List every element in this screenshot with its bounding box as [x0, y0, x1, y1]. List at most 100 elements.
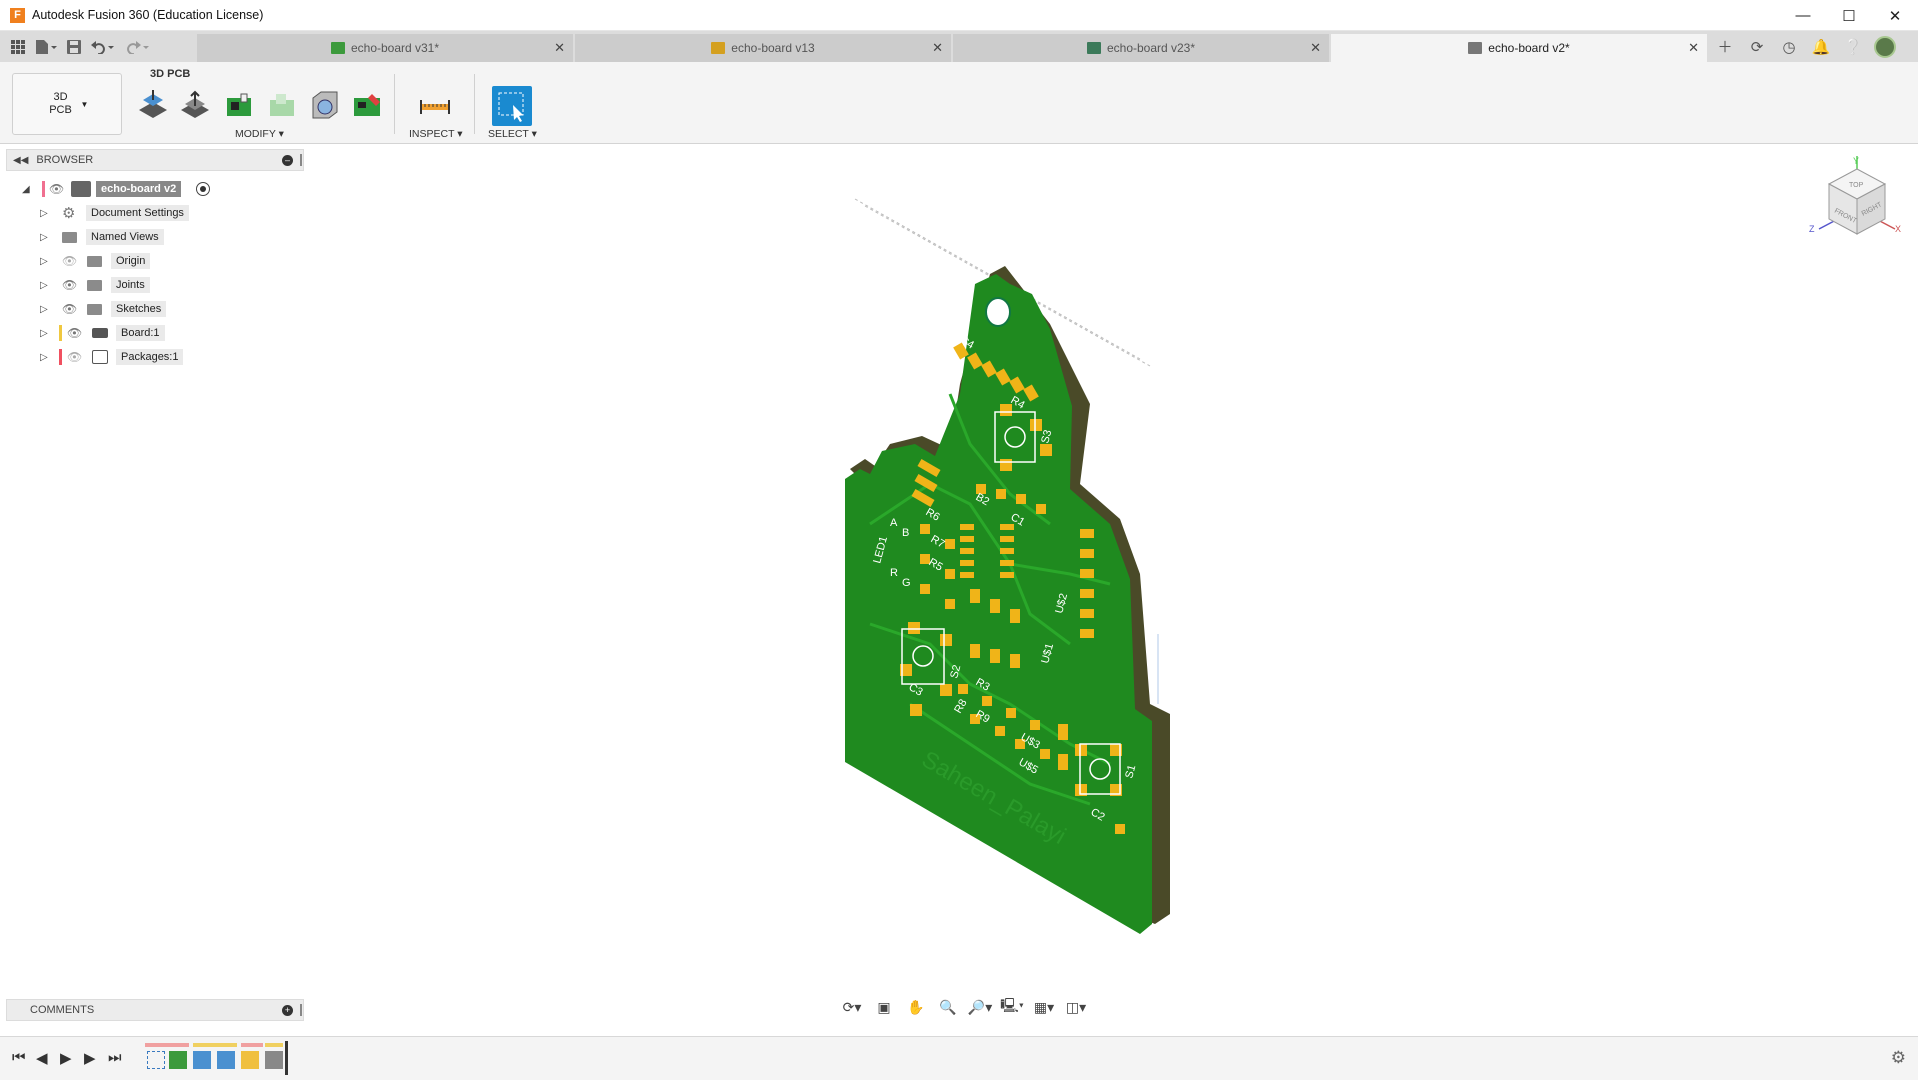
visibility-eye-icon[interactable]: 👁: [62, 278, 77, 292]
label-r: R: [890, 567, 898, 579]
schematic-document-icon: [711, 42, 726, 54]
help-icon[interactable]: ❔: [1839, 35, 1867, 59]
view-cube[interactable]: TOP FRONT RIGHT Y Z X: [1807, 154, 1907, 254]
export-pcb-icon[interactable]: [351, 88, 385, 122]
avatar[interactable]: [1871, 35, 1899, 59]
image-feature-icon[interactable]: [217, 1051, 235, 1069]
orbit-icon[interactable]: ⟳▾: [838, 997, 866, 1017]
play-icon[interactable]: ▶: [60, 1049, 72, 1067]
pcb-feature-icon[interactable]: [169, 1051, 187, 1069]
save-icon[interactable]: [64, 36, 84, 58]
grid-settings-icon[interactable]: ▦▾: [1030, 997, 1058, 1017]
tab-close-icon[interactable]: ✕: [554, 40, 565, 56]
tree-item-board[interactable]: ▷ 👁 Board:1: [0, 321, 310, 345]
timeline-track[interactable]: [145, 1041, 290, 1077]
clock-icon[interactable]: ◷: [1775, 35, 1803, 59]
go-to-end-icon[interactable]: ⏭: [108, 1049, 122, 1066]
panel-collapse-icon[interactable]: –: [282, 154, 293, 166]
step-back-icon[interactable]: ◀: [36, 1049, 48, 1067]
file-menu-icon[interactable]: [32, 36, 60, 58]
expand-triangle-icon[interactable]: ▷: [40, 208, 48, 219]
modify-group-label[interactable]: MODIFY ▾: [235, 128, 284, 140]
zoom-icon[interactable]: 🔍: [934, 997, 962, 1017]
hidden-eye-icon[interactable]: 👁: [67, 350, 82, 364]
tree-item-origin[interactable]: ▷ 👁 Origin: [0, 249, 310, 273]
comments-panel-header[interactable]: COMMENTS +: [6, 999, 304, 1021]
fit-zoom-icon[interactable]: 🔎▾: [966, 997, 994, 1017]
folder-icon: [87, 303, 102, 315]
tree-item-sketches[interactable]: ▷ 👁 Sketches: [0, 297, 310, 321]
timeline-settings-gear-icon[interactable]: ⚙: [1891, 1048, 1906, 1068]
tree-item-named-views[interactable]: ▷ Named Views: [0, 225, 310, 249]
expand-triangle-icon[interactable]: ▷: [40, 304, 48, 315]
select-group-label[interactable]: SELECT ▾: [488, 128, 537, 140]
hidden-eye-icon[interactable]: 👁: [62, 254, 77, 268]
expand-triangle-icon[interactable]: ▷: [40, 328, 48, 339]
data-panel-grid-icon[interactable]: [8, 36, 28, 58]
push-to-board-icon[interactable]: [136, 88, 170, 122]
workspace-switcher[interactable]: 3D PCB ▼: [12, 73, 122, 135]
expand-triangle-icon[interactable]: ▷: [40, 280, 48, 291]
3d-pcb-document-icon: [1468, 42, 1483, 54]
collapse-left-icon[interactable]: ◀◀: [13, 155, 28, 166]
3d-viewport[interactable]: U$4 R4 S3 R6 R7 R5 LED1 A B R G B2 C1 U$…: [310, 144, 1918, 1026]
window-title: Autodesk Fusion 360 (Education License): [32, 8, 264, 22]
component-placement-icon[interactable]: [222, 88, 256, 122]
label-a: A: [890, 517, 898, 529]
document-tab-2[interactable]: echo-board v13 ✕: [575, 34, 951, 62]
pan-hand-icon[interactable]: ✋: [902, 997, 930, 1017]
inspect-group-label[interactable]: INSPECT ▾: [409, 128, 463, 140]
visibility-eye-icon[interactable]: 👁: [67, 326, 82, 340]
tab-close-icon[interactable]: ✕: [1688, 40, 1699, 56]
expand-triangle-icon[interactable]: ◢: [22, 184, 30, 195]
step-forward-icon[interactable]: ▶: [84, 1049, 96, 1067]
document-tab-1[interactable]: echo-board v31* ✕: [197, 34, 573, 62]
bell-icon[interactable]: 🔔: [1807, 35, 1835, 59]
panel-grip[interactable]: [300, 1004, 302, 1016]
timeline-marker[interactable]: [285, 1041, 288, 1075]
root-component-label[interactable]: echo-board v2: [96, 181, 182, 197]
sync-icon[interactable]: ⟳: [1743, 35, 1771, 59]
axis-z-label: Z: [1809, 224, 1815, 234]
enclosure-icon[interactable]: [308, 88, 342, 122]
measure-icon[interactable]: [418, 88, 452, 122]
visibility-eye-icon[interactable]: 👁: [62, 302, 77, 316]
look-at-icon[interactable]: ▣: [870, 997, 898, 1017]
display-settings-icon[interactable]: 🖳▾: [998, 997, 1026, 1017]
expand-triangle-icon[interactable]: ▷: [40, 232, 48, 243]
tree-root[interactable]: ◢ 👁 echo-board v2: [0, 177, 310, 201]
close-button[interactable]: ✕: [1872, 0, 1918, 31]
maximize-button[interactable]: ☐: [1826, 0, 1872, 31]
board-edit-icon[interactable]: [265, 88, 299, 122]
browser-panel-header[interactable]: ◀◀ BROWSER –: [6, 149, 304, 171]
go-to-start-icon[interactable]: ⏮: [12, 1049, 26, 1066]
pcb-3d-model[interactable]: U$4 R4 S3 R6 R7 R5 LED1 A B R G B2 C1 U$…: [310, 144, 1918, 1026]
package-feature-icon[interactable]: [241, 1051, 259, 1069]
sketch-feature-icon[interactable]: [147, 1051, 165, 1069]
viewports-icon[interactable]: ◫▾: [1062, 997, 1090, 1017]
add-tab-icon[interactable]: ＋: [1711, 35, 1739, 59]
ribbon-tab-3d-pcb[interactable]: 3D PCB: [150, 68, 190, 80]
tab-close-icon[interactable]: ✕: [932, 40, 943, 56]
minimize-button[interactable]: —: [1780, 0, 1826, 31]
select-tool-icon[interactable]: [492, 86, 532, 126]
expand-triangle-icon[interactable]: ▷: [40, 352, 48, 363]
tree-item-document-settings[interactable]: ▷ ⚙ Document Settings: [0, 201, 310, 225]
tree-item-joints[interactable]: ▷ 👁 Joints: [0, 273, 310, 297]
title-bar: F Autodesk Fusion 360 (Education License…: [0, 0, 1918, 31]
joint-feature-icon[interactable]: [265, 1051, 283, 1069]
activate-radio-icon[interactable]: [196, 182, 210, 196]
document-tab-3[interactable]: echo-board v23* ✕: [953, 34, 1329, 62]
add-comment-icon[interactable]: +: [282, 1004, 293, 1016]
redo-icon[interactable]: [122, 36, 152, 58]
pull-from-board-icon[interactable]: [178, 88, 212, 122]
panel-grip[interactable]: [300, 154, 302, 166]
component-color-swatch: [42, 181, 45, 197]
visibility-eye-icon[interactable]: 👁: [49, 182, 64, 196]
document-tab-4[interactable]: echo-board v2* ✕: [1331, 34, 1707, 62]
image-feature-icon[interactable]: [193, 1051, 211, 1069]
undo-icon[interactable]: [88, 36, 118, 58]
expand-triangle-icon[interactable]: ▷: [40, 256, 48, 267]
tab-close-icon[interactable]: ✕: [1310, 40, 1321, 56]
tree-item-packages[interactable]: ▷ 👁 Packages:1: [0, 345, 310, 369]
